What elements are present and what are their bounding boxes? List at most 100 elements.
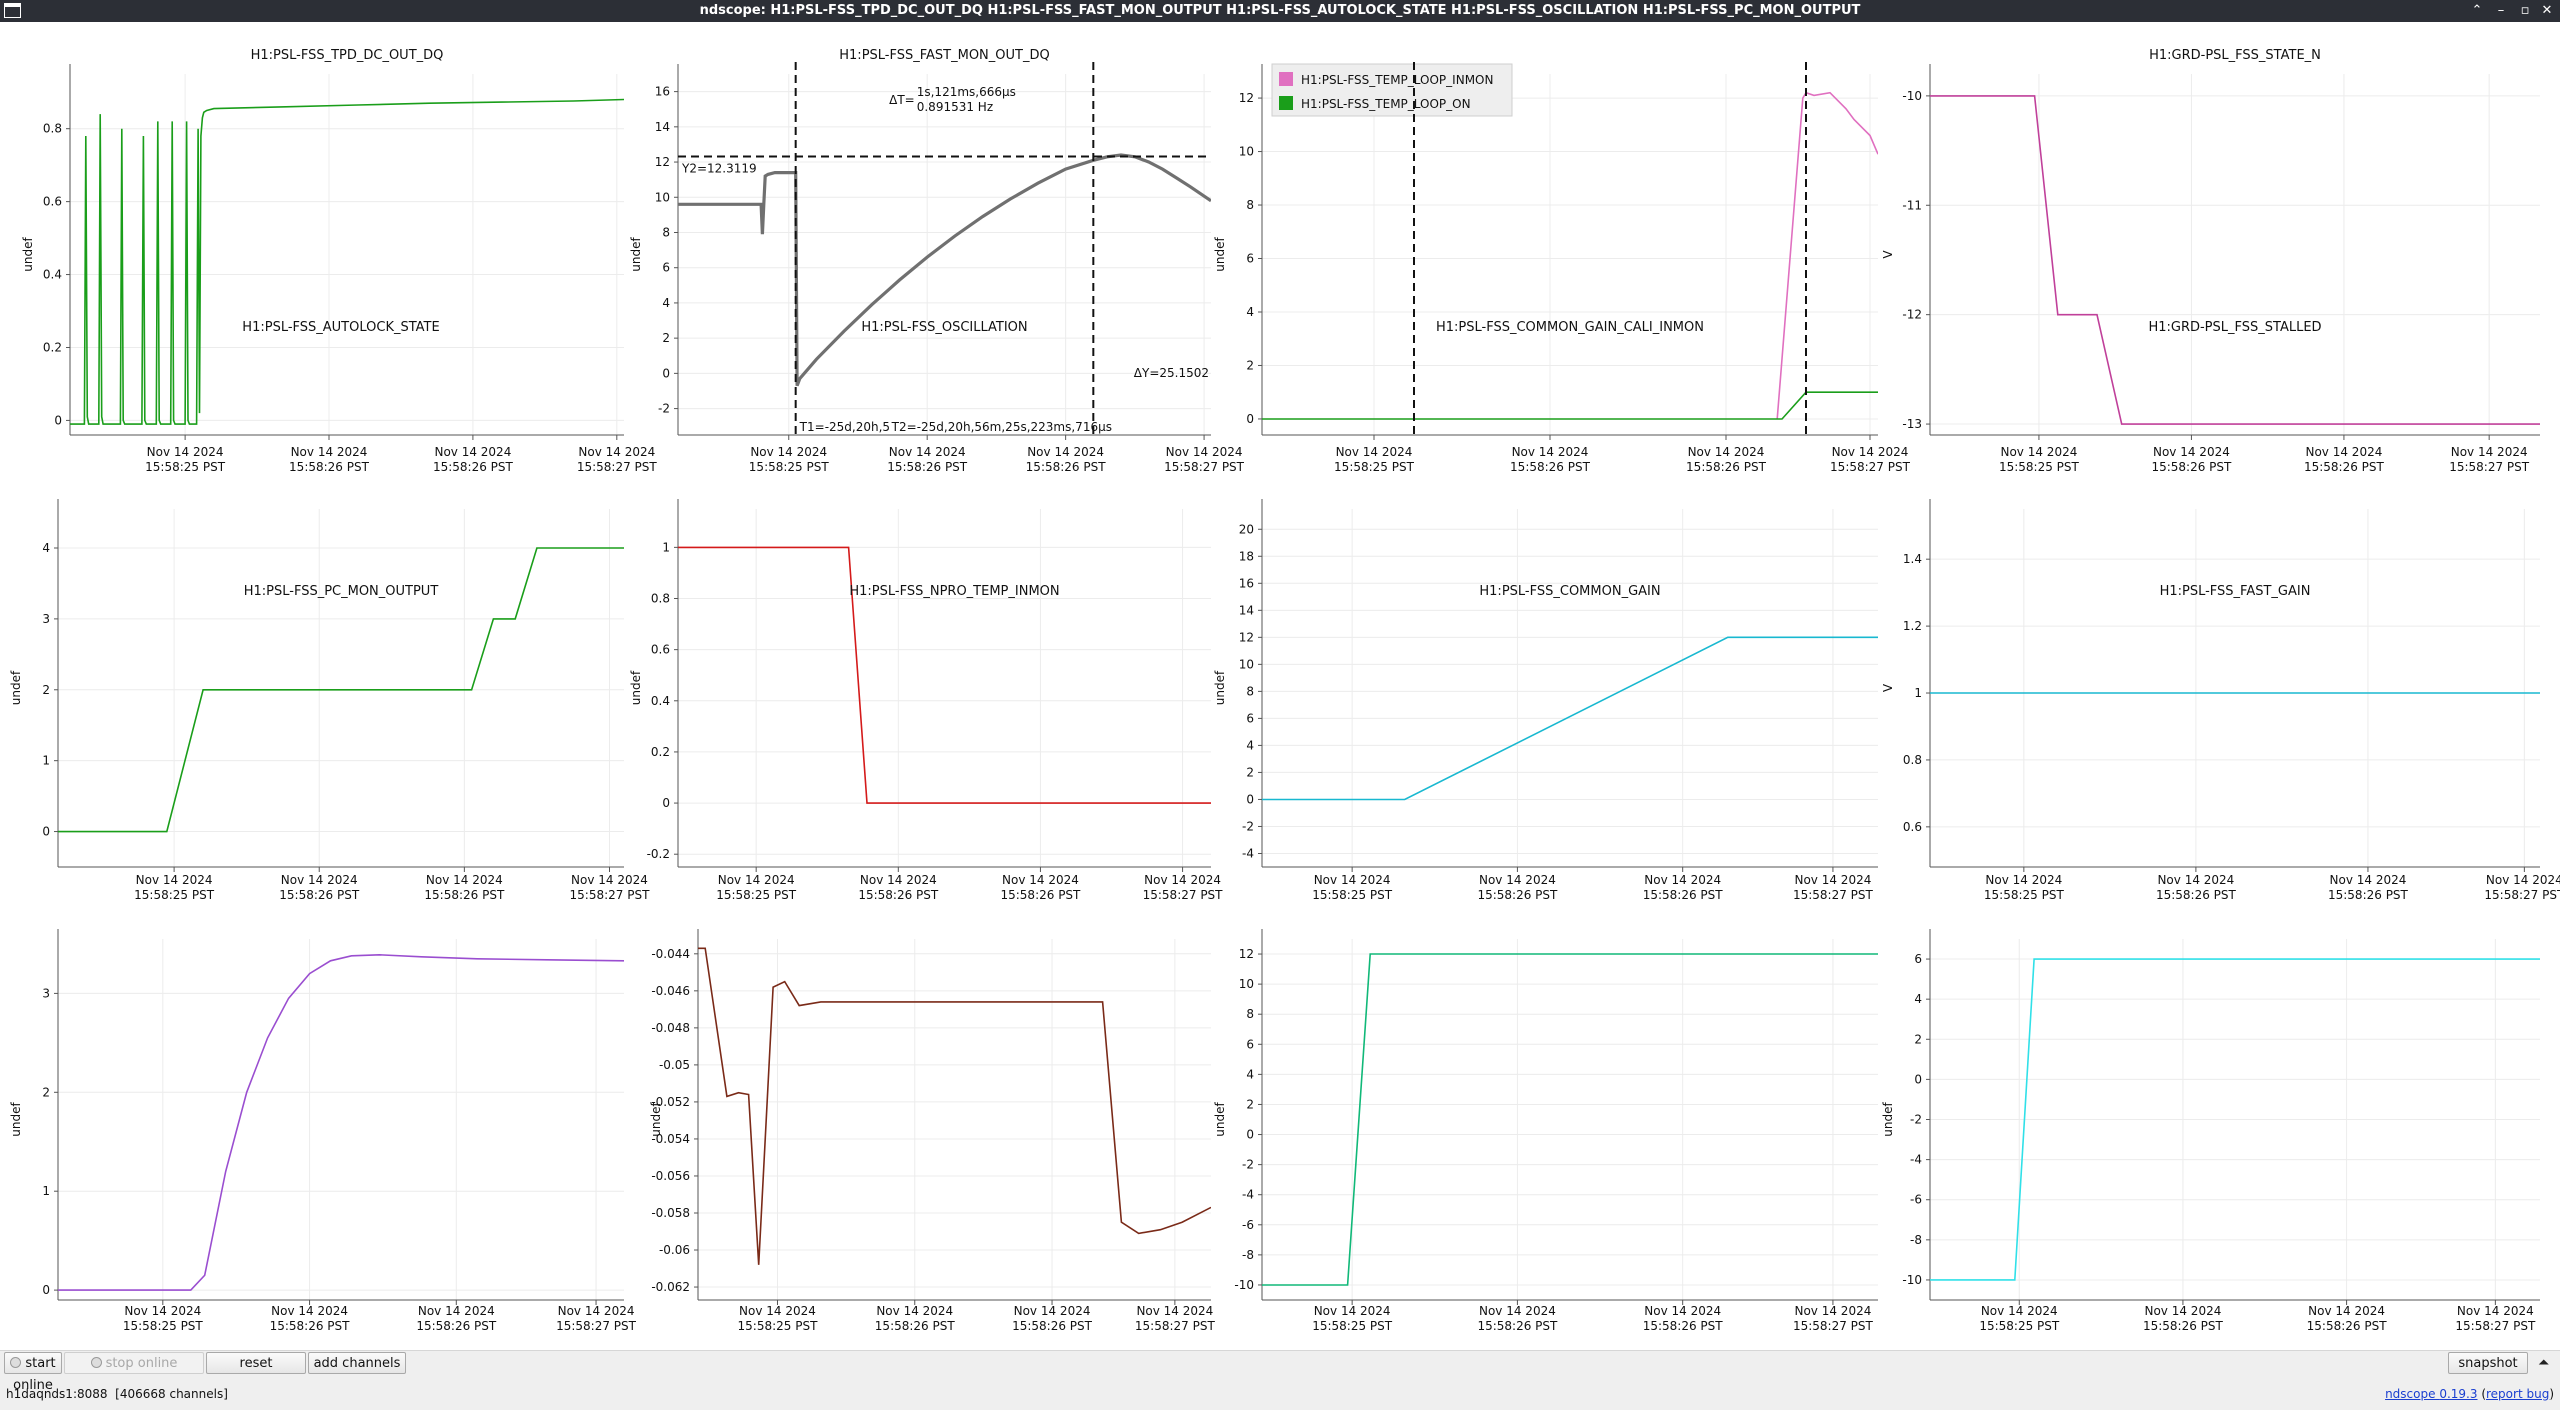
x-tick-label: 15:58:26 PST [433,460,514,474]
x-tick-label: 15:58:26 PST [279,888,360,902]
snapshot-button[interactable]: snapshot [2448,1352,2528,1374]
x-tick-label: Nov 14 2024 [2457,1304,2534,1318]
y-tick-label: -4 [1242,846,1254,860]
y-tick-label: 0 [662,796,670,810]
reset-button[interactable]: reset [206,1352,306,1374]
maximize-icon[interactable]: ▫ [2516,2,2534,20]
ndscope-link[interactable]: ndscope 0.19.3 [2385,1387,2477,1401]
x-tick-label: Nov 14 2024 [418,1304,495,1318]
add-channels-button[interactable]: add channels [308,1352,406,1374]
plot-title: H1:PSL-FSS_FAST_MON_OUT_DQ [839,48,1049,63]
x-tick-label: 15:58:27 PST [570,888,651,902]
x-tick-label: 15:58:25 PST [716,888,797,902]
x-tick-label: Nov 14 2024 [2157,873,2234,887]
x-tick-label: Nov 14 2024 [1479,873,1556,887]
y-axis-label: V [1881,250,1895,259]
stop-online-button[interactable]: stop online [64,1352,204,1374]
y-tick-label: -6 [1910,1193,1922,1207]
y-tick-label: 2 [1246,765,1254,779]
x-tick-label: Nov 14 2024 [739,1304,816,1318]
x-tick-label: Nov 14 2024 [1002,873,1079,887]
y-tick-label: 10 [1239,145,1254,159]
x-tick-label: 15:58:26 PST [416,1319,497,1333]
y-tick-label: 0 [1246,412,1254,426]
y-tick-label: 0 [54,413,62,427]
x-tick-label: 15:58:27 PST [1793,888,1874,902]
y-tick-label: 2 [1914,1032,1922,1046]
y-axis-label: undef [9,1102,23,1137]
plot-panel[interactable]: H1:PSL-FSS_OSCILLATION -0.2 0 0.2 0.4 0.6 0.8 1… [629,320,1223,902]
plot-title: H1:PSL-FSS_AUTOLOCK_STATE [242,320,439,335]
y-tick-label: 10 [1239,657,1254,671]
x-tick-label: Nov 14 2024 [889,445,966,459]
plot-panel[interactable]: H1:GRD-PSL_FSS_STALLED 0.6 0.8 1 1.2 1.4 V Nov … [1881,320,2560,902]
legend-entry: H1:PSL-FSS_TEMP_LOOP_ON [1301,97,1471,111]
y-axis-label: undef [1213,237,1227,272]
y-tick-label: 6 [662,261,670,275]
plot-panel[interactable]: H1:PSL-FSS_PC_MON_OUTPUT 0 1 2 3 undef Nov 14 … [9,584,637,1333]
cursor-dt-value: 1s,121ms,666μs [917,85,1016,99]
x-tick-label: 15:58:27 PST [2455,1319,2536,1333]
y-tick-label: 0.4 [43,268,62,282]
y-tick-label: 4 [662,296,670,310]
y-tick-label: 6 [1914,952,1922,966]
y-tick-label: 0 [42,825,50,839]
chevron-up-icon[interactable]: ⌃ [2468,2,2486,20]
y-tick-label: 1 [42,754,50,768]
plot-panel[interactable]: H1:PSL-FSS_AUTOLOCK_STATE 0 1 2 3 4 undef Nov 1… [9,320,650,902]
series-line [70,98,624,425]
plot-panel[interactable]: H1:PSL-FSS_NPRO_TEMP_INMON -0.062 -0.06 -0.… [649,584,1215,1333]
x-tick-label: 15:58:27 PST [556,1319,637,1333]
version-info: ndscope 0.19.3 (report bug) [2385,1387,2554,1401]
y-axis-label: undef [21,237,35,272]
x-tick-label: 15:58:27 PST [2484,888,2560,902]
plot-canvas[interactable]: H1:PSL-FSS_TPD_DC_OUT_DQ 0 0.2 0.4 0.6 0.8 und… [0,22,2560,1350]
plot-panel[interactable]: H1:PSL-FSS_FAST_GAIN -10 -8 -6 -4 -2 0 2 4 6 undef… [1881,584,2540,1333]
x-tick-label: 15:58:25 PST [738,1319,819,1333]
plot-panel[interactable]: H1:PSL-FSS_COMMON_GAIN -10 -8 -6 -4 -2 0 2 4 6 8 10… [1213,584,1878,1333]
x-tick-label: Nov 14 2024 [2144,1304,2221,1318]
x-tick-label: 15:58:27 PST [1135,1319,1216,1333]
series-line [1262,391,1878,420]
y-tick-label: 16 [1239,576,1254,590]
x-tick-label: 15:58:25 PST [1979,1319,2060,1333]
y-tick-label: 0.2 [651,745,670,759]
legend-swatch [1279,72,1293,86]
x-tick-label: 15:58:26 PST [2304,460,2385,474]
plot-title: H1:PSL-FSS_PC_MON_OUTPUT [244,584,439,599]
x-tick-label: Nov 14 2024 [2308,1304,2385,1318]
stop-icon [90,1357,102,1368]
series-line [58,953,624,1291]
window-titlebar[interactable]: ndscope: H1:PSL-FSS_TPD_DC_OUT_DQ H1:PSL… [0,0,2560,22]
y-axis-label: undef [1213,670,1227,705]
x-tick-label: Nov 14 2024 [434,445,511,459]
x-tick-label: Nov 14 2024 [1981,1304,2058,1318]
report-bug-link[interactable]: report bug [2486,1387,2549,1401]
start-online-button[interactable]: start online [4,1352,62,1393]
y-tick-label: -13 [1902,417,1922,431]
y-tick-label: 0.4 [651,694,670,708]
y-tick-label: -10 [1902,1273,1922,1287]
x-tick-label: Nov 14 2024 [718,873,795,887]
x-tick-label: 15:58:26 PST [289,460,370,474]
x-tick-label: 15:58:25 PST [134,888,215,902]
y-tick-label: 1 [42,1184,50,1198]
legend-swatch [1279,96,1293,110]
expand-arrow-icon[interactable]: ⏶ [2538,1355,2549,1371]
plot-panel[interactable]: H1:GRD-PSL_FSS_STATE_N -10 -11 -12 -13 V Nov 1… [1881,48,2540,474]
plot-panel[interactable]: H1:PSL-FSS_FAST_MON_OUT_DQ -2 0 2 4 6 8 10 12 14 1… [629,48,1245,474]
x-tick-label: Nov 14 2024 [271,1304,348,1318]
add-channels-label: add channels [313,1356,401,1371]
plot-title: H1:PSL-FSS_OSCILLATION [861,320,1027,335]
x-tick-label: 15:58:26 PST [1012,1319,1093,1333]
cursor-t1-label: T1=-25d,20h,5 [799,420,890,434]
cursor-dt-prefix: ΔT= [889,93,915,107]
x-tick-label: Nov 14 2024 [1136,1304,1213,1318]
minimize-icon[interactable]: – [2492,2,2510,20]
plot-panel[interactable]: 024681012undefNov 14 202415:58:25 PSTNov… [1213,62,1911,474]
x-tick-label: 15:58:27 PST [1164,460,1245,474]
close-icon[interactable]: ✕ [2538,2,2556,20]
y-tick-label: 0.8 [1903,753,1922,767]
y-tick-label: -4 [1910,1153,1922,1167]
plot-panel[interactable]: H1:PSL-FSS_TPD_DC_OUT_DQ 0 0.2 0.4 0.6 0.8 und… [21,48,657,474]
